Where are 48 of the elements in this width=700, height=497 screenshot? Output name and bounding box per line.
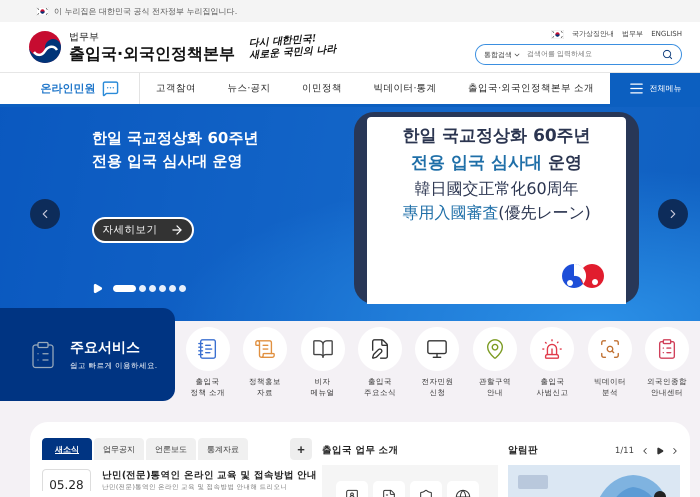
search-icon[interactable]: [662, 49, 673, 60]
gov-banner-text: 이 누리집은 대한민국 공식 전자정부 누리집입니다.: [54, 6, 238, 16]
slide-indicator[interactable]: [159, 285, 166, 292]
ministry-name: 법무부: [69, 30, 100, 44]
nav-item[interactable]: 빅데이터·통계: [358, 73, 452, 104]
scroll-icon: [254, 338, 276, 360]
news-tab[interactable]: 새소식: [42, 438, 92, 460]
all-menu-button[interactable]: 전체메뉴: [610, 73, 700, 104]
slide-indicator[interactable]: [169, 285, 176, 292]
more-button[interactable]: 자세히보기: [92, 217, 194, 243]
page-counter: 1/11: [614, 446, 634, 456]
section-title: 출입국 업무 소개: [322, 444, 400, 457]
hero-headline: 한일 국교정상화 60주년: [92, 128, 260, 149]
more-news-button[interactable]: +: [290, 438, 312, 460]
chat-icon: [102, 80, 118, 97]
slide-text: 한일 국교정상화 60주년: [402, 125, 591, 148]
play-button[interactable]: [656, 446, 664, 454]
services-title: 주요서비스: [70, 338, 141, 356]
hero-headline: 전용 입국 심사대 운영: [92, 151, 244, 172]
news-tab[interactable]: 언론보도: [146, 438, 196, 460]
menu-icon: [628, 81, 644, 96]
slide-text: 전용 입국 심사대 운영: [411, 152, 582, 175]
flag-icon: [36, 6, 49, 16]
section-title: 알림판: [508, 444, 538, 457]
nav-item[interactable]: 온라인민원: [20, 73, 140, 104]
flag-icon: [551, 30, 564, 38]
news-date: 05.28: [42, 469, 91, 491]
slide-indicator[interactable]: [179, 285, 186, 292]
slide-text: 專用入國審査(優先レーン): [402, 202, 591, 224]
notebook-icon: [196, 338, 219, 360]
emblem-logo: [28, 30, 62, 64]
magnifier-icon: [598, 338, 621, 360]
news-tab[interactable]: 업무공지: [94, 438, 144, 460]
book-icon: [312, 338, 334, 360]
slide-indicator[interactable]: [139, 285, 146, 292]
nav-item[interactable]: 이민정책: [286, 73, 358, 104]
nav-item[interactable]: 출입국·외국인정책본부 소개: [452, 73, 610, 104]
next-slide-button[interactable]: [658, 199, 688, 229]
siren-icon: [541, 338, 564, 360]
slide-indicator[interactable]: [149, 285, 156, 292]
nav-item[interactable]: 뉴스·공지: [212, 73, 286, 104]
slide-text: 韓日國交正常化60周年: [414, 178, 579, 200]
slide-indicator[interactable]: [113, 285, 136, 292]
news-tab[interactable]: 통계자료: [198, 438, 248, 460]
arrow-right-icon: [170, 223, 184, 237]
nav-item[interactable]: 고객참여: [140, 73, 212, 104]
monitor-icon: [426, 338, 448, 360]
site-title: 출입국·외국인정책본부: [69, 44, 236, 64]
